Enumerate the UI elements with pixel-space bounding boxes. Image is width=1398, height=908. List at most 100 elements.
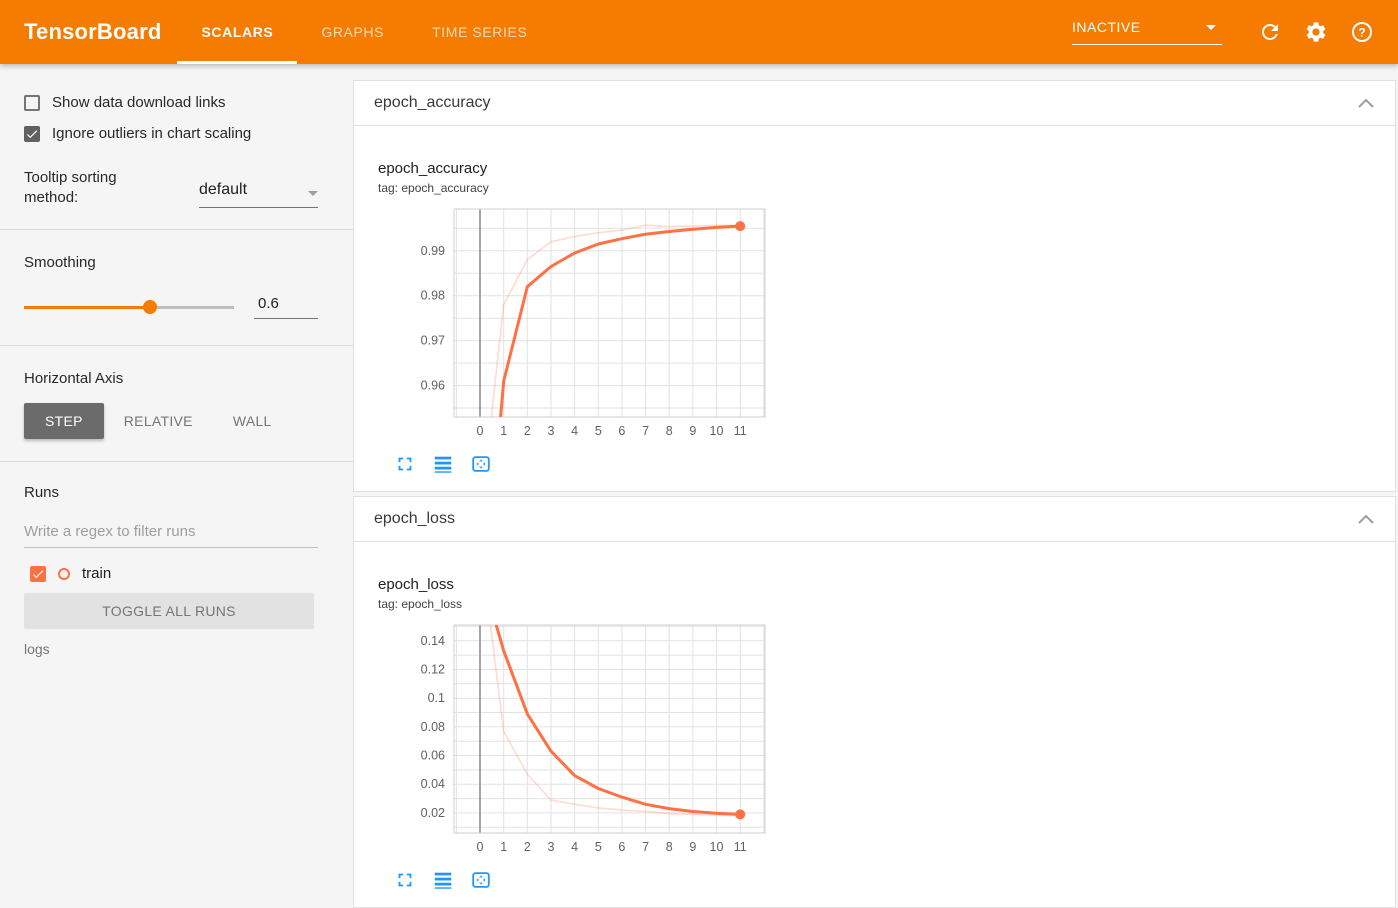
show-download-links-checkbox[interactable] [24, 94, 40, 111]
app-header: TensorBoard SCALARS GRAPHS TIME SERIES I… [0, 0, 1398, 64]
svg-text:0.04: 0.04 [421, 777, 445, 791]
help-icon[interactable]: ? [1350, 20, 1374, 44]
svg-text:7: 7 [642, 424, 649, 438]
sidebar-divider [0, 461, 353, 462]
runs-list-icon[interactable] [432, 869, 454, 891]
svg-text:10: 10 [710, 424, 724, 438]
tooltip-sorting-label: Tooltip sorting method: [24, 169, 117, 206]
card-epoch-loss: epoch_loss epoch_loss tag: epoch_loss 0.… [353, 496, 1396, 908]
caret-down-icon [1206, 24, 1216, 30]
svg-text:0.99: 0.99 [421, 244, 445, 258]
smoothing-slider-thumb[interactable] [143, 300, 157, 314]
fit-domain-icon[interactable] [470, 869, 492, 891]
card-epoch-accuracy: epoch_accuracy epoch_accuracy tag: epoch… [353, 80, 1396, 492]
card-title: epoch_loss [374, 510, 455, 527]
run-name: train [82, 565, 112, 582]
smoothing-value[interactable]: 0.6 [254, 295, 318, 319]
status-dropdown[interactable]: INACTIVE [1072, 19, 1222, 45]
chart-title: epoch_loss [378, 576, 454, 593]
horizontal-axis-label: Horizontal Axis [24, 370, 124, 387]
svg-text:0.14: 0.14 [421, 634, 445, 648]
svg-text:4: 4 [571, 424, 578, 438]
svg-text:7: 7 [642, 840, 649, 854]
runs-label: Runs [24, 484, 60, 501]
gear-icon[interactable] [1304, 20, 1328, 44]
sidebar-divider [0, 345, 353, 346]
smoothing-slider[interactable] [24, 300, 234, 314]
card-header: epoch_loss [354, 497, 1395, 542]
axis-relative-button[interactable]: RELATIVE [104, 403, 213, 439]
svg-text:0.08: 0.08 [421, 720, 445, 734]
svg-text:0: 0 [477, 424, 484, 438]
ignore-outliers-checkbox[interactable] [24, 125, 40, 142]
svg-text:2: 2 [524, 424, 531, 438]
runs-filter-input[interactable] [24, 521, 318, 548]
fullscreen-icon[interactable] [394, 453, 416, 475]
svg-text:4: 4 [571, 840, 578, 854]
svg-text:8: 8 [666, 424, 673, 438]
chart-toolbar [394, 453, 1371, 475]
sidebar: Show data download links Ignore outliers… [0, 64, 353, 908]
card-title: epoch_accuracy [374, 94, 491, 111]
app-title: TensorBoard [24, 19, 162, 44]
show-download-links-label: Show data download links [52, 94, 226, 111]
svg-text:0.98: 0.98 [421, 289, 445, 303]
refresh-icon[interactable] [1258, 20, 1282, 44]
svg-text:8: 8 [666, 840, 673, 854]
chevron-up-icon[interactable] [1357, 513, 1375, 525]
axis-wall-button[interactable]: WALL [213, 403, 292, 439]
chart-toolbar [394, 869, 1371, 891]
svg-text:0.06: 0.06 [421, 749, 445, 763]
scalar-line-chart-epoch-accuracy[interactable]: 0.96 0.97 0.98 0.99 0 1 2 3 4 5 6 7 8 9 10 11 [378, 207, 1371, 449]
main-content: epoch_accuracy epoch_accuracy tag: epoch… [353, 64, 1398, 908]
svg-text:11: 11 [734, 424, 747, 438]
svg-text:1: 1 [500, 424, 507, 438]
tooltip-sorting-dropdown[interactable]: default [199, 168, 318, 208]
svg-text:3: 3 [548, 424, 555, 438]
tab-graphs[interactable]: GRAPHS [297, 0, 408, 64]
main-tabs: SCALARS GRAPHS TIME SERIES [177, 0, 551, 64]
svg-text:5: 5 [595, 840, 602, 854]
svg-text:6: 6 [618, 840, 625, 854]
runs-list-icon[interactable] [432, 453, 454, 475]
svg-text:?: ? [1358, 26, 1365, 40]
svg-text:0.96: 0.96 [421, 379, 445, 393]
svg-text:0.02: 0.02 [421, 806, 445, 820]
svg-text:0.1: 0.1 [428, 691, 445, 705]
slider-track-filled [24, 306, 150, 309]
sidebar-divider [0, 229, 353, 230]
svg-text:9: 9 [689, 424, 696, 438]
smoothing-label: Smoothing [24, 254, 96, 271]
run-row-train: train [0, 565, 353, 582]
svg-text:9: 9 [689, 840, 696, 854]
card-header: epoch_accuracy [354, 81, 1395, 126]
svg-text:0: 0 [477, 840, 484, 854]
chart-title: epoch_accuracy [378, 160, 488, 177]
toggle-all-runs-button[interactable]: TOGGLE ALL RUNS [24, 593, 314, 629]
ignore-outliers-label: Ignore outliers in chart scaling [52, 125, 252, 142]
tab-scalars[interactable]: SCALARS [177, 0, 298, 64]
svg-text:0.97: 0.97 [421, 334, 445, 348]
svg-text:0.12: 0.12 [421, 663, 445, 677]
tab-time-series[interactable]: TIME SERIES [408, 0, 551, 64]
caret-down-icon [308, 191, 318, 196]
chart-tag: tag: epoch_accuracy [378, 181, 489, 195]
svg-text:6: 6 [618, 424, 625, 438]
fit-domain-icon[interactable] [470, 453, 492, 475]
runs-directory-label: logs [24, 641, 50, 657]
run-color-swatch-icon [58, 567, 70, 580]
run-train-checkbox[interactable] [30, 565, 46, 582]
chevron-up-icon[interactable] [1357, 97, 1375, 109]
slider-track-empty [150, 306, 234, 309]
svg-text:10: 10 [710, 840, 724, 854]
chart-tag: tag: epoch_loss [378, 597, 463, 611]
svg-text:3: 3 [548, 840, 555, 854]
scalar-line-chart-epoch-loss[interactable]: 0.02 0.04 0.06 0.08 0.1 0.12 0.14 0 1 2 3 4 5 6 7 8 9 10 1… [378, 623, 1371, 865]
svg-text:11: 11 [734, 840, 747, 854]
fullscreen-icon[interactable] [394, 869, 416, 891]
svg-text:5: 5 [595, 424, 602, 438]
axis-step-button[interactable]: STEP [24, 403, 104, 439]
svg-text:2: 2 [524, 840, 531, 854]
status-dropdown-value: INACTIVE [1072, 19, 1141, 35]
svg-text:1: 1 [500, 840, 507, 854]
